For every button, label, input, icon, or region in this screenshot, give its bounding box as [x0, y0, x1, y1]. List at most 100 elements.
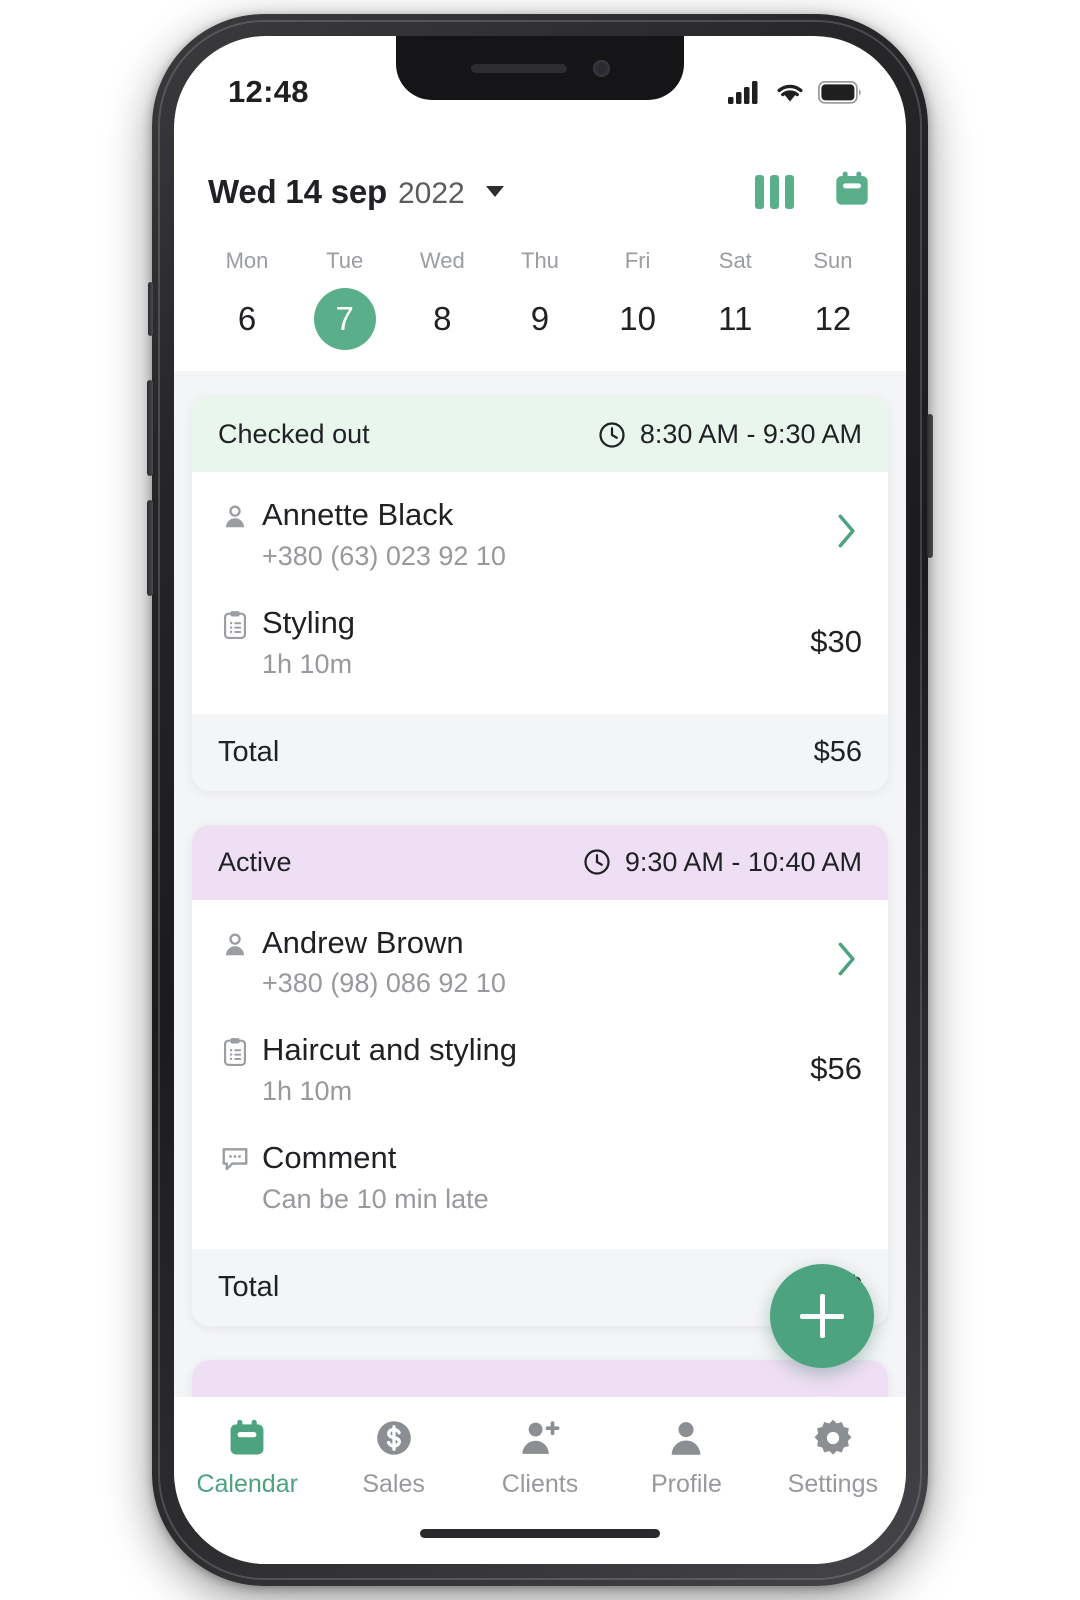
nav-label: Sales	[362, 1470, 425, 1498]
nav-item-sales[interactable]: Sales	[320, 1415, 466, 1499]
volume-up-button[interactable]	[147, 380, 153, 476]
day-number: 11	[718, 300, 753, 337]
earpiece-speaker	[470, 63, 567, 73]
date-year: 2022	[397, 176, 465, 210]
add-person-icon	[467, 1415, 613, 1461]
day-number: 7	[313, 288, 376, 350]
page-title: Wed 14 sep	[208, 172, 387, 210]
week-strip: Mon 6 Tue 7 Wed 8 Thu 9 Fri 10 Sat 11 Su…	[208, 248, 872, 350]
appointment-time-text: 9:30 AM - 10:40 AM	[624, 846, 862, 877]
week-day-wed[interactable]: Wed 8	[405, 248, 479, 350]
chevron-right-icon[interactable]	[818, 937, 862, 986]
week-day-mon[interactable]: Mon 6	[210, 248, 284, 350]
total-value: $56	[813, 735, 862, 768]
day-number: 6	[237, 300, 257, 337]
day-name: Mon	[225, 248, 269, 273]
plus-icon	[819, 1294, 825, 1338]
nav-item-settings[interactable]: Settings	[760, 1415, 906, 1499]
nav-label: Clients	[501, 1470, 579, 1498]
day-name: Tue	[326, 248, 364, 273]
appointment-status-header: Checked out 8:30 AM - 9:30 AM	[192, 397, 888, 472]
person-icon	[613, 1415, 759, 1461]
home-indicator[interactable]	[420, 1529, 660, 1538]
status-badge: Checked out	[218, 419, 370, 449]
columns-view-icon[interactable]	[755, 174, 794, 209]
service-price: $56	[810, 1051, 862, 1087]
client-phone: +380 (98) 086 92 10	[262, 968, 506, 999]
nav-item-clients[interactable]: Clients	[467, 1415, 613, 1499]
calendar-icon	[174, 1415, 320, 1461]
gear-icon	[760, 1415, 906, 1461]
dollar-coin-icon	[320, 1415, 466, 1461]
person-icon	[218, 924, 252, 960]
appointment-card[interactable]: Checked out 8:30 AM - 9:30 AM Annette Bl…	[192, 397, 888, 791]
total-label: Total	[218, 735, 280, 768]
comment-row[interactable]: Comment Can be 10 min late	[218, 1121, 862, 1229]
nav-label: Settings	[787, 1470, 878, 1498]
day-name: Fri	[624, 248, 651, 273]
header-top-row: Wed 14 sep 2022	[208, 169, 872, 214]
client-info: Andrew Brown +380 (98) 086 92 10	[252, 924, 818, 1000]
appointment-time-text: 8:30 AM - 9:30 AM	[639, 419, 862, 449]
appointment-total: Total $56	[192, 713, 888, 791]
cellular-signal-icon	[728, 81, 758, 104]
nav-label: Profile	[650, 1470, 722, 1498]
volume-down-button[interactable]	[147, 500, 153, 596]
date-selector[interactable]: Wed 14 sep 2022	[208, 173, 504, 211]
status-time: 12:48	[228, 74, 309, 109]
chevron-right-icon[interactable]	[818, 509, 862, 558]
appointment-time: 9:30 AM - 10:40 AM	[582, 847, 862, 878]
service-duration: 1h 10m	[262, 1076, 353, 1107]
clipboard-icon	[218, 1031, 252, 1067]
service-info: Haircut and styling 1h 10m	[252, 1031, 798, 1107]
notch	[396, 36, 684, 100]
week-day-sat[interactable]: Sat 11	[698, 248, 772, 350]
calendar-icon[interactable]	[832, 169, 872, 214]
client-row[interactable]: Andrew Brown +380 (98) 086 92 10	[218, 906, 862, 1014]
clock-icon	[599, 421, 625, 448]
wifi-icon	[777, 84, 803, 102]
day-name: Sat	[718, 248, 752, 273]
service-info: Styling 1h 10m	[252, 604, 798, 680]
nav-item-profile[interactable]: Profile	[613, 1415, 759, 1499]
power-button[interactable]	[927, 414, 933, 558]
week-day-tue[interactable]: Tue 7	[308, 248, 382, 350]
person-icon	[218, 496, 252, 532]
week-day-sun[interactable]: Sun 12	[796, 248, 870, 350]
day-number: 12	[814, 300, 852, 337]
nav-item-calendar[interactable]: Calendar	[174, 1415, 320, 1499]
service-price: $30	[810, 623, 862, 659]
client-row[interactable]: Annette Black +380 (63) 023 92 10	[218, 478, 862, 586]
app-header: Wed 14 sep 2022 Mon 6 Tue 7 Wed 8 Thu 9 …	[174, 124, 906, 350]
clock-icon	[584, 849, 610, 875]
appointment-time: 8:30 AM - 9:30 AM	[597, 419, 862, 450]
bottom-navigation: Calendar Sales Clients Profile Settings	[174, 1397, 906, 1564]
day-name: Wed	[419, 248, 465, 273]
service-duration: 1h 10m	[262, 648, 353, 679]
front-camera	[592, 59, 610, 77]
appointment-body: Annette Black +380 (63) 023 92 10 Stylin…	[192, 472, 888, 714]
appointments-list[interactable]: Checked out 8:30 AM - 9:30 AM Annette Bl…	[174, 371, 906, 1397]
chevron-down-icon[interactable]	[485, 186, 504, 197]
comment-text: Can be 10 min late	[262, 1184, 489, 1215]
week-day-thu[interactable]: Thu 9	[503, 248, 577, 350]
client-name: Annette Black	[262, 497, 454, 532]
appointment-card[interactable]: Active 9:30 AM - 10:40 AM Andrew Brown +…	[192, 824, 888, 1327]
status-icons	[728, 80, 862, 104]
appointment-card-partial[interactable]	[192, 1360, 888, 1397]
service-row[interactable]: Styling 1h 10m $30	[218, 586, 862, 694]
day-name: Sun	[813, 248, 853, 273]
client-phone: +380 (63) 023 92 10	[262, 540, 506, 571]
mute-switch[interactable]	[148, 282, 153, 336]
header-actions	[755, 169, 872, 214]
service-name: Styling	[262, 604, 356, 640]
clipboard-icon	[218, 604, 252, 640]
appointment-body: Andrew Brown +380 (98) 086 92 10 Haircut…	[192, 900, 888, 1249]
add-appointment-button[interactable]	[770, 1264, 874, 1368]
week-day-fri[interactable]: Fri 10	[601, 248, 675, 350]
service-row[interactable]: Haircut and styling 1h 10m $56	[218, 1013, 862, 1121]
appointment-status-header: Active 9:30 AM - 10:40 AM	[192, 824, 888, 900]
comment-info: Comment Can be 10 min late	[252, 1139, 862, 1215]
nav-label: Calendar	[196, 1470, 298, 1498]
client-name: Andrew Brown	[262, 924, 464, 960]
